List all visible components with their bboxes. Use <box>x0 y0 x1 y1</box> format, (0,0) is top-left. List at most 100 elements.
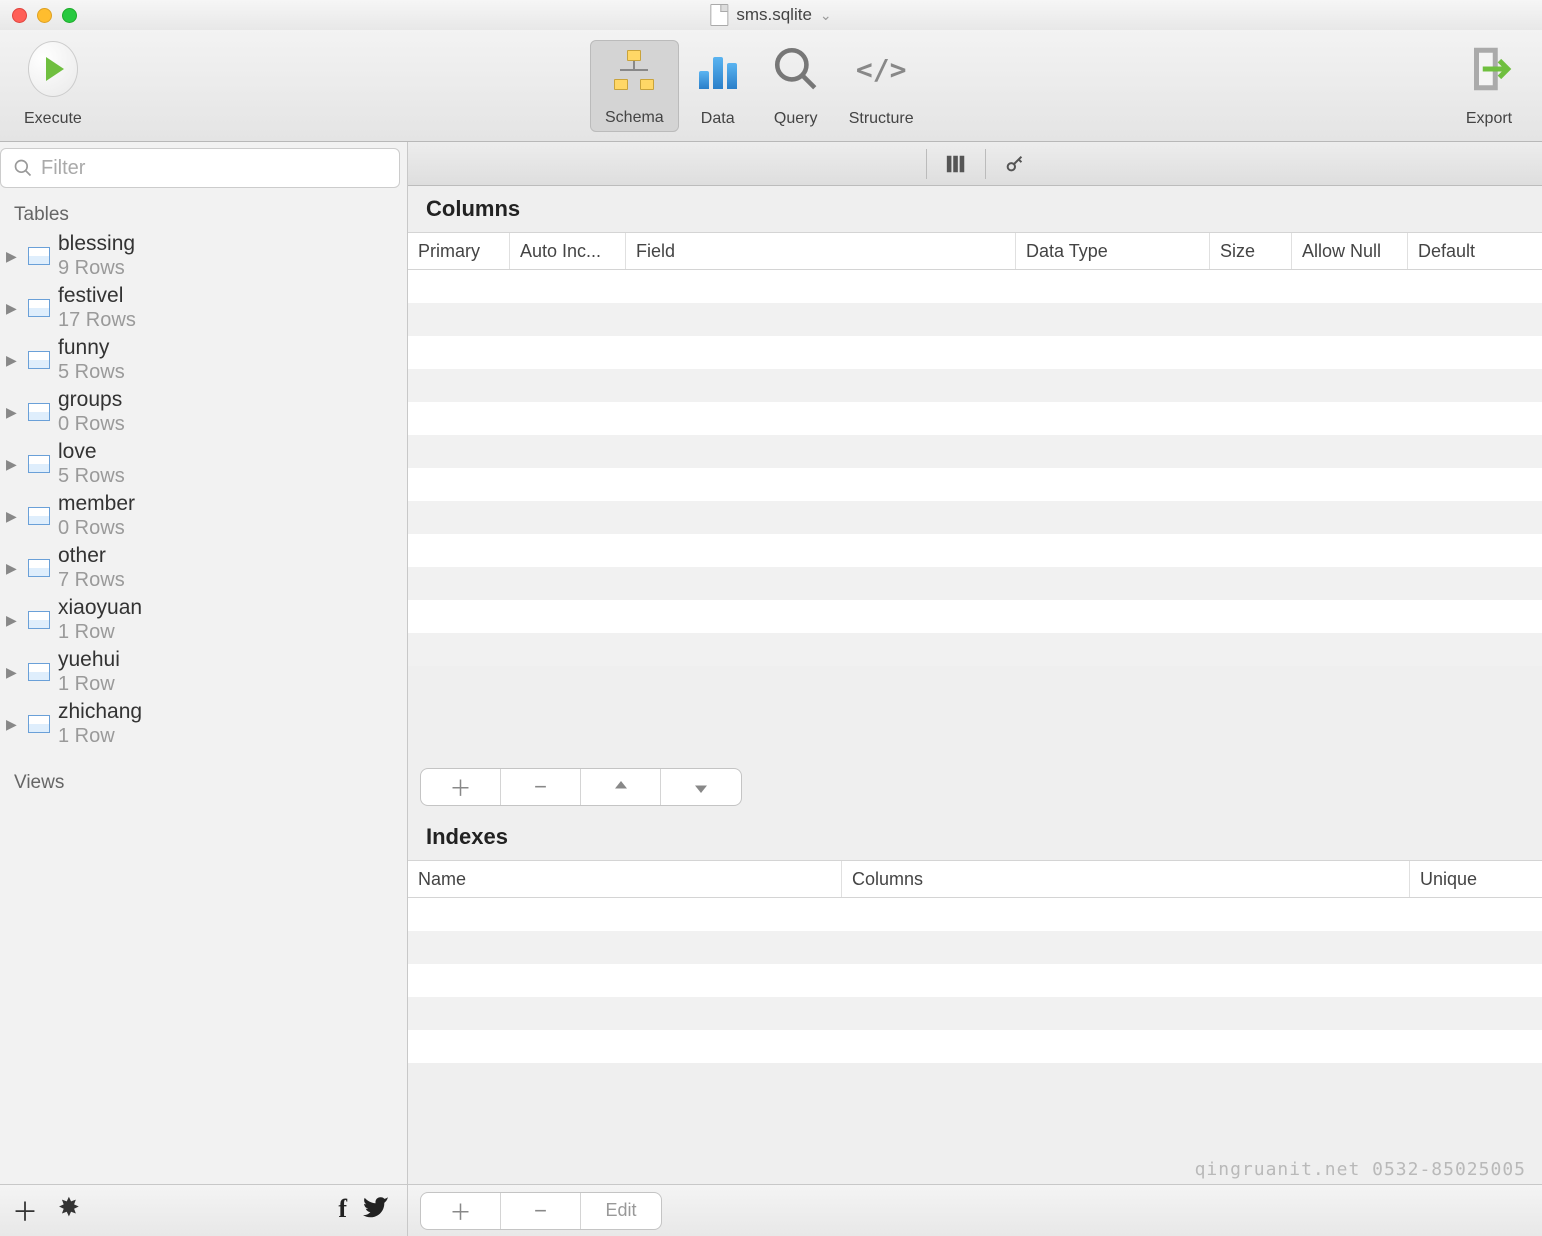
watermark-text: qingruanit.net 0532-85025005 <box>1195 1159 1526 1180</box>
disclosure-triangle-icon[interactable]: ▶ <box>6 716 20 733</box>
table-name: groups <box>58 388 125 412</box>
idx-header-name[interactable]: Name <box>408 861 842 897</box>
columns-section-title: Columns <box>408 186 1542 232</box>
idx-header-columns[interactable]: Columns <box>842 861 1410 897</box>
remove-column-button[interactable]: − <box>501 769 581 805</box>
table-item[interactable]: ▶ zhichang 1 Row <box>0 698 407 750</box>
table-row-count: 1 Row <box>58 621 142 644</box>
table-row-count: 5 Rows <box>58 465 125 488</box>
columns-view-toggle[interactable] <box>939 149 973 179</box>
disclosure-triangle-icon[interactable]: ▶ <box>6 508 20 525</box>
table-row[interactable] <box>408 633 1542 666</box>
twitter-icon[interactable] <box>363 1194 389 1227</box>
disclosure-triangle-icon[interactable]: ▶ <box>6 612 20 629</box>
table-item[interactable]: ▶ festivel 17 Rows <box>0 282 407 334</box>
main-toolbar: Execute Schema Data Query </> Structure … <box>0 30 1542 142</box>
table-item[interactable]: ▶ funny 5 Rows <box>0 334 407 386</box>
tab-schema[interactable]: Schema <box>590 40 679 132</box>
add-button[interactable]: ＋ <box>12 1192 38 1229</box>
edit-index-button[interactable]: Edit <box>581 1193 661 1229</box>
minimize-window-button[interactable] <box>37 8 52 23</box>
keys-button[interactable] <box>998 149 1032 179</box>
table-row[interactable] <box>408 567 1542 600</box>
add-index-button[interactable]: ＋ <box>421 1193 501 1229</box>
table-row[interactable] <box>408 600 1542 633</box>
columns-table-header: Primary Auto Inc... Field Data Type Size… <box>408 232 1542 270</box>
tab-structure[interactable]: </> Structure <box>835 40 928 132</box>
table-row[interactable] <box>408 997 1542 1030</box>
col-header-field[interactable]: Field <box>626 233 1016 269</box>
settings-button[interactable]: ✸ <box>58 1192 80 1229</box>
play-icon <box>28 41 78 97</box>
table-icon <box>28 299 50 317</box>
table-icon <box>28 507 50 525</box>
table-row[interactable] <box>408 435 1542 468</box>
disclosure-triangle-icon[interactable]: ▶ <box>6 352 20 369</box>
disclosure-triangle-icon[interactable]: ▶ <box>6 560 20 577</box>
disclosure-triangle-icon[interactable]: ▶ <box>6 300 20 317</box>
col-header-default[interactable]: Default <box>1408 233 1542 269</box>
col-header-size[interactable]: Size <box>1210 233 1292 269</box>
move-column-down-button[interactable] <box>661 769 741 805</box>
table-name: love <box>58 440 125 464</box>
col-header-primary[interactable]: Primary <box>408 233 510 269</box>
table-row[interactable] <box>408 270 1542 303</box>
tab-query[interactable]: Query <box>757 40 835 132</box>
export-label: Export <box>1466 110 1512 128</box>
table-item[interactable]: ▶ groups 0 Rows <box>0 386 407 438</box>
col-header-datatype[interactable]: Data Type <box>1016 233 1210 269</box>
table-row-count: 1 Row <box>58 725 142 748</box>
disclosure-triangle-icon[interactable]: ▶ <box>6 456 20 473</box>
execute-button[interactable]: Execute <box>10 40 96 132</box>
table-name: yuehui <box>58 648 120 672</box>
table-row-count: 7 Rows <box>58 569 125 592</box>
table-row[interactable] <box>408 898 1542 931</box>
window-titlebar: sms.sqlite ⌄ <box>0 0 1542 30</box>
indexes-section-title: Indexes <box>408 814 1542 860</box>
table-row[interactable] <box>408 336 1542 369</box>
add-column-button[interactable]: ＋ <box>421 769 501 805</box>
table-item[interactable]: ▶ love 5 Rows <box>0 438 407 490</box>
table-icon <box>28 455 50 473</box>
col-header-autoinc[interactable]: Auto Inc... <box>510 233 626 269</box>
table-row[interactable] <box>408 402 1542 435</box>
table-row[interactable] <box>408 964 1542 997</box>
col-header-allownull[interactable]: Allow Null <box>1292 233 1408 269</box>
table-row[interactable] <box>408 534 1542 567</box>
maximize-window-button[interactable] <box>62 8 77 23</box>
disclosure-triangle-icon[interactable]: ▶ <box>6 404 20 421</box>
table-row[interactable] <box>408 501 1542 534</box>
table-item[interactable]: ▶ xiaoyuan 1 Row <box>0 594 407 646</box>
schema-icon <box>612 50 656 90</box>
tab-data[interactable]: Data <box>679 40 757 132</box>
table-row[interactable] <box>408 1030 1542 1063</box>
tables-section-label: Tables <box>0 194 407 230</box>
table-icon <box>28 247 50 265</box>
table-row[interactable] <box>408 931 1542 964</box>
disclosure-triangle-icon[interactable]: ▶ <box>6 248 20 265</box>
columns-toolbar <box>408 142 1542 186</box>
window-controls <box>12 8 77 23</box>
idx-header-unique[interactable]: Unique <box>1410 861 1542 897</box>
close-window-button[interactable] <box>12 8 27 23</box>
disclosure-triangle-icon[interactable]: ▶ <box>6 664 20 681</box>
move-column-up-button[interactable] <box>581 769 661 805</box>
schema-label: Schema <box>605 109 664 127</box>
table-row[interactable] <box>408 369 1542 402</box>
table-name: festivel <box>58 284 136 308</box>
table-row-count: 0 Rows <box>58 517 135 540</box>
table-item[interactable]: ▶ member 0 Rows <box>0 490 407 542</box>
table-item[interactable]: ▶ blessing 9 Rows <box>0 230 407 282</box>
filter-input[interactable]: Filter <box>0 148 400 188</box>
filter-placeholder: Filter <box>41 157 85 180</box>
dropdown-chevron-icon[interactable]: ⌄ <box>820 7 832 24</box>
export-button[interactable]: Export <box>1450 40 1528 132</box>
remove-index-button[interactable]: − <box>501 1193 581 1229</box>
table-row[interactable] <box>408 303 1542 336</box>
table-row[interactable] <box>408 468 1542 501</box>
table-item[interactable]: ▶ yuehui 1 Row <box>0 646 407 698</box>
table-item[interactable]: ▶ other 7 Rows <box>0 542 407 594</box>
structure-label: Structure <box>849 110 914 128</box>
facebook-icon[interactable]: f <box>338 1194 347 1227</box>
table-icon <box>28 663 50 681</box>
